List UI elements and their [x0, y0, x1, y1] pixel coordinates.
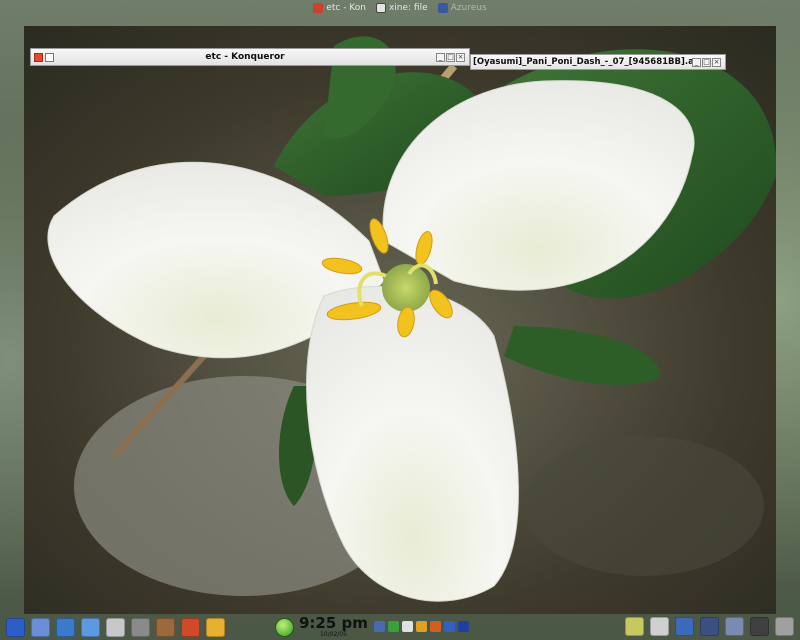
- clock[interactable]: 9:25 pm 10/02/05: [299, 616, 368, 638]
- office-icon[interactable]: [181, 617, 200, 637]
- update-icon[interactable]: [444, 621, 455, 632]
- battery-icon[interactable]: [388, 621, 399, 632]
- maximize-button[interactable]: □: [702, 57, 711, 67]
- volume-icon[interactable]: [416, 621, 427, 632]
- taskbar-item-azureus[interactable]: Azureus: [437, 3, 487, 13]
- taskbar-item-konqueror[interactable]: etc - Kon: [313, 3, 366, 13]
- taskbar-item-label: xine: file: [388, 3, 428, 13]
- close-button[interactable]: ×: [712, 57, 721, 67]
- window-menu[interactable]: [34, 52, 54, 62]
- close-button[interactable]: ×: [456, 52, 465, 62]
- desktop-icon[interactable]: [31, 617, 50, 637]
- user-icon[interactable]: [725, 617, 744, 636]
- video-frame: [24, 26, 776, 614]
- xine-icon: [375, 3, 386, 13]
- screen-icon[interactable]: [750, 617, 769, 636]
- konqueror-icon: [34, 52, 43, 62]
- network-icon[interactable]: [374, 621, 385, 632]
- sticky-icon[interactable]: [45, 52, 54, 62]
- clock-time: 9:25 pm: [299, 614, 368, 632]
- window-title: etc - Konqueror: [205, 52, 285, 62]
- printer-manager-icon[interactable]: [650, 617, 669, 636]
- xine-titlebar[interactable]: [Oyasumi]_Pani_Poni_Dash_-_07_[945681BB]…: [470, 54, 726, 70]
- taskbar-item-xine[interactable]: xine: file: [375, 3, 428, 13]
- printer-icon[interactable]: [131, 617, 150, 637]
- trillium-flower-image: [24, 26, 776, 614]
- konqueror-icon: [313, 3, 324, 13]
- top-taskbar: etc - Kon xine: file Azureus: [0, 0, 800, 16]
- azureus-icon: [437, 3, 448, 13]
- system-tray: [374, 621, 469, 632]
- panel-right-icons: [625, 617, 794, 636]
- gimp-icon[interactable]: [156, 617, 175, 637]
- info-icon[interactable]: [458, 621, 469, 632]
- clipboard-icon[interactable]: [402, 621, 413, 632]
- network-manager-icon[interactable]: [675, 617, 694, 636]
- taskbar-item-label: etc - Kon: [326, 3, 366, 13]
- kget-icon[interactable]: [106, 617, 125, 637]
- kde-menu-icon[interactable]: [6, 617, 25, 637]
- konqueror-icon[interactable]: [56, 617, 75, 637]
- clock-date: 10/02/05: [319, 631, 347, 638]
- konqueror-titlebar[interactable]: etc - Konqueror _ □ ×: [30, 48, 470, 66]
- kmix-ball-icon[interactable]: [276, 618, 293, 636]
- minimize-button[interactable]: _: [436, 52, 445, 62]
- clock-area: 9:25 pm 10/02/05: [276, 614, 368, 640]
- display-icon[interactable]: [700, 617, 719, 636]
- taskbar-item-label: Azureus: [450, 3, 487, 13]
- logout-icon[interactable]: [775, 617, 794, 636]
- terminal-icon[interactable]: [81, 617, 100, 637]
- window-title: [Oyasumi]_Pani_Poni_Dash_-_07_[945681BB]…: [473, 57, 692, 67]
- tools-icon[interactable]: [625, 617, 644, 636]
- minimize-button[interactable]: _: [692, 57, 701, 67]
- bottom-panel: 9:25 pm 10/02/05: [0, 614, 800, 640]
- quick-launch: [6, 617, 225, 637]
- kmix-icon[interactable]: [430, 621, 441, 632]
- maximize-button[interactable]: □: [446, 52, 455, 62]
- security-icon[interactable]: [206, 617, 225, 637]
